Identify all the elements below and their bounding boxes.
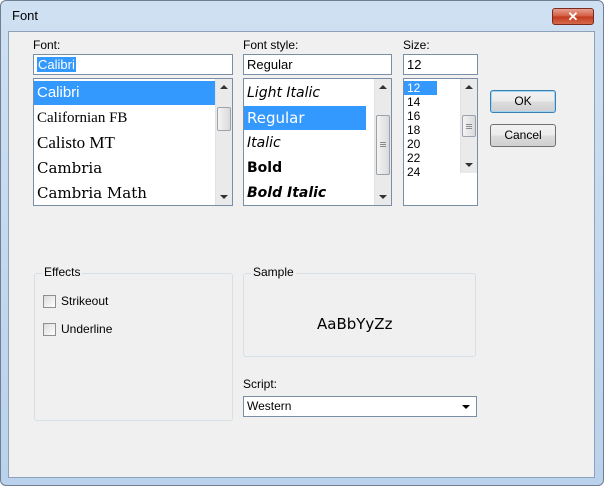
font-name-value: Calibri — [37, 57, 76, 72]
font-style-item[interactable]: Bold Italic — [244, 181, 375, 205]
strikeout-checkbox[interactable] — [43, 295, 56, 308]
font-style-list[interactable]: Light Italic Regular Italic Bold Bold It… — [243, 78, 392, 206]
font-list-item[interactable]: Cambria — [34, 156, 216, 180]
font-list-item[interactable]: Calisto MT — [34, 131, 216, 155]
size-label: Size: — [403, 38, 430, 52]
font-style-label: Font style: — [243, 38, 299, 52]
font-list-scroll-thumb[interactable] — [217, 107, 231, 131]
font-size-input[interactable]: 12 — [403, 54, 478, 75]
title-bar[interactable]: Font ✕ — [1, 1, 603, 31]
sample-group-title: Sample — [251, 265, 296, 279]
scroll-down-icon[interactable] — [379, 195, 387, 199]
font-list[interactable]: Calibri Californian FB Calisto MT Cambri… — [33, 78, 233, 206]
font-style-item[interactable]: Light Italic — [244, 81, 375, 105]
script-label: Script: — [243, 377, 278, 391]
underline-checkbox[interactable] — [43, 323, 56, 336]
effects-group-title: Effects — [42, 265, 83, 279]
scroll-up-icon[interactable] — [465, 85, 473, 89]
scroll-down-icon[interactable] — [220, 195, 228, 199]
font-list-item[interactable]: Calibri — [34, 81, 216, 105]
font-size-item[interactable]: 14 — [404, 95, 444, 109]
font-style-item[interactable]: Regular — [244, 106, 366, 130]
font-size-scroll-thumb[interactable] — [462, 115, 476, 137]
scroll-up-icon[interactable] — [379, 85, 387, 89]
grip-icon — [380, 146, 386, 147]
font-size-value: 12 — [407, 57, 422, 72]
strikeout-label[interactable]: Strikeout — [61, 294, 108, 308]
scroll-up-icon[interactable] — [220, 85, 228, 89]
font-style-scrollbar[interactable] — [374, 79, 391, 205]
scroll-down-icon[interactable] — [465, 163, 473, 167]
close-icon: ✕ — [567, 9, 579, 24]
ok-button[interactable]: OK — [490, 90, 556, 113]
cancel-button[interactable]: Cancel — [490, 124, 556, 147]
close-button[interactable]: ✕ — [552, 8, 594, 25]
font-style-scroll-thumb[interactable] — [376, 115, 390, 175]
font-list-item[interactable]: Cambria Math — [34, 181, 216, 205]
font-size-item[interactable]: 24 — [404, 165, 444, 179]
font-size-item[interactable]: 22 — [404, 151, 444, 165]
font-style-input[interactable]: Regular — [243, 54, 392, 75]
grip-icon — [380, 144, 386, 145]
font-label: Font: — [33, 38, 61, 52]
underline-label[interactable]: Underline — [61, 322, 112, 336]
grip-icon — [380, 142, 386, 143]
script-dropdown[interactable]: Western — [243, 396, 477, 417]
grip-icon — [466, 124, 472, 125]
font-size-list[interactable]: 12 14 16 18 20 22 24 — [403, 78, 478, 206]
font-size-item[interactable]: 20 — [404, 137, 444, 151]
grip-icon — [466, 126, 472, 127]
script-value: Western — [247, 399, 292, 413]
font-list-item[interactable]: Californian FB — [34, 106, 216, 130]
grip-icon — [466, 128, 472, 129]
font-size-item[interactable]: 18 — [404, 123, 444, 137]
font-style-item[interactable]: Italic — [244, 131, 375, 155]
font-style-item[interactable]: Bold — [244, 156, 375, 180]
font-size-item[interactable]: 16 — [404, 109, 444, 123]
font-dialog-window: Font ✕ Font: Calibri Calibri Californian… — [0, 0, 604, 486]
sample-preview-text: AaBbYyZz — [317, 315, 393, 333]
font-style-value: Regular — [247, 57, 293, 72]
dialog-body: Font: Calibri Calibri Californian FB Cal… — [8, 31, 595, 478]
font-size-scrollbar[interactable] — [460, 79, 477, 173]
window-title: Font — [12, 8, 39, 23]
font-name-input[interactable]: Calibri — [33, 54, 233, 75]
font-size-item[interactable]: 12 — [404, 81, 437, 95]
chevron-down-icon[interactable] — [462, 405, 470, 409]
font-list-scrollbar[interactable] — [215, 79, 232, 205]
